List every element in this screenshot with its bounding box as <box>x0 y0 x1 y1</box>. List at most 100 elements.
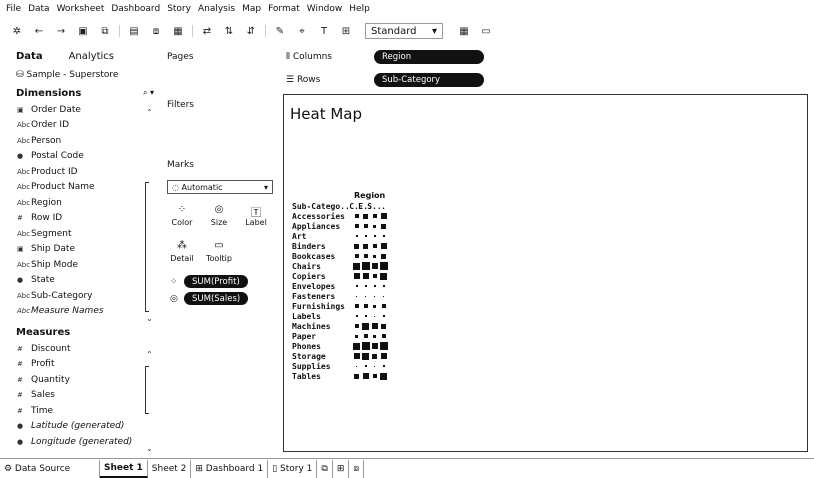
profit-pill[interactable]: SUM(Profit) <box>184 275 248 288</box>
heatmap-cell[interactable] <box>361 251 370 261</box>
save-icon[interactable]: ▣ <box>72 22 94 40</box>
scrollbar-track[interactable] <box>145 366 149 414</box>
show-cards-icon[interactable]: ▦ <box>453 22 475 40</box>
field-product-name[interactable]: Abc Product Name <box>0 180 160 196</box>
heatmap-cell[interactable] <box>352 251 361 261</box>
heatmap-cell[interactable] <box>370 211 379 221</box>
heatmap-cell[interactable] <box>361 261 370 271</box>
scrollbar-track[interactable] <box>145 182 149 312</box>
heatmap-cell[interactable] <box>352 301 361 311</box>
heatmap-cell[interactable] <box>370 341 379 351</box>
redo-icon[interactable]: → <box>50 22 72 40</box>
heatmap-cell[interactable] <box>379 361 388 371</box>
heatmap-cell[interactable] <box>370 321 379 331</box>
heatmap-cell[interactable] <box>370 371 379 381</box>
tab-sheet2[interactable]: Sheet 2 <box>148 459 192 478</box>
field-measure-names[interactable]: Abc Measure Names <box>0 304 160 320</box>
heatmap-cell[interactable] <box>352 261 361 271</box>
heatmap-cell[interactable] <box>379 331 388 341</box>
heatmap-cell[interactable] <box>361 231 370 241</box>
field-ship-mode[interactable]: Abc Ship Mode <box>0 257 160 273</box>
field-discount[interactable]: # Discount <box>0 341 160 357</box>
sort-ascending-icon[interactable]: ⇅ <box>218 22 240 40</box>
mark-type-dropdown[interactable]: ◌ Automatic ▾ <box>167 180 273 194</box>
heatmap-cell[interactable] <box>379 351 388 361</box>
field-order-date[interactable]: ▣ Order Date <box>0 102 160 118</box>
heatmap-cell[interactable] <box>361 361 370 371</box>
scroll-up-icon[interactable]: ⌃ <box>146 108 153 117</box>
field-person[interactable]: Abc Person <box>0 133 160 149</box>
heatmap-cell[interactable] <box>361 281 370 291</box>
heatmap-cell[interactable] <box>352 371 361 381</box>
heatmap-cell[interactable] <box>379 261 388 271</box>
highlight-icon[interactable]: ✎ <box>269 22 291 40</box>
heatmap-cell[interactable] <box>379 341 388 351</box>
new-sheet-icon[interactable]: ▤ <box>123 22 145 40</box>
field-order-id[interactable]: Abc Order ID <box>0 118 160 134</box>
field-ship-date[interactable]: ▣ Ship Date <box>0 242 160 258</box>
menu-data[interactable]: Data <box>28 4 50 14</box>
heatmap-cell[interactable] <box>361 321 370 331</box>
fit-dropdown[interactable]: Standard ▾ <box>365 23 443 39</box>
field-time[interactable]: # Time <box>0 403 160 419</box>
heatmap-cell[interactable] <box>361 271 370 281</box>
field-product-id[interactable]: Abc Product ID <box>0 164 160 180</box>
size-button[interactable]: ◎ Size <box>202 204 236 227</box>
heatmap-cell[interactable] <box>379 281 388 291</box>
sort-descending-icon[interactable]: ⇵ <box>240 22 262 40</box>
field-region[interactable]: Abc Region <box>0 195 160 211</box>
heatmap-cell[interactable] <box>352 241 361 251</box>
heatmap-cell[interactable] <box>361 341 370 351</box>
menu-file[interactable]: File <box>6 4 21 14</box>
heatmap-cell[interactable] <box>352 331 361 341</box>
heatmap-cell[interactable] <box>379 271 388 281</box>
heatmap-cell[interactable] <box>379 301 388 311</box>
scroll-up-icon[interactable]: ⌃ <box>146 350 153 359</box>
heatmap-cell[interactable] <box>361 291 370 301</box>
clear-sheet-icon[interactable]: ▦ <box>167 22 189 40</box>
heatmap-cell[interactable] <box>379 221 388 231</box>
datasource-item[interactable]: ⛁ Sample - Superstore <box>0 66 160 84</box>
heatmap-cell[interactable] <box>379 311 388 321</box>
heatmap-cell[interactable] <box>370 221 379 231</box>
tab-sheet1[interactable]: Sheet 1 <box>100 459 148 478</box>
menu-worksheet[interactable]: Worksheet <box>57 4 105 14</box>
menu-dashboard[interactable]: Dashboard <box>111 4 160 14</box>
field-sub-category[interactable]: Abc Sub-Category <box>0 288 160 304</box>
new-datasource-icon[interactable]: ⧉ <box>94 22 116 40</box>
heatmap-cell[interactable] <box>352 211 361 221</box>
heatmap-cell[interactable] <box>379 231 388 241</box>
heatmap-cell[interactable] <box>370 261 379 271</box>
scroll-down-icon[interactable]: ⌄ <box>146 444 153 453</box>
tab-dashboard1[interactable]: ⊞ Dashboard 1 <box>191 459 269 478</box>
heatmap-cell[interactable] <box>361 351 370 361</box>
field-longitude-generated-[interactable]: ● Longitude (generated) <box>0 434 160 450</box>
heatmap-cell[interactable] <box>352 321 361 331</box>
tab-story1[interactable]: ▯ Story 1 <box>268 459 318 478</box>
color-button[interactable]: ⁘ Color <box>165 204 199 227</box>
fix-axes-icon[interactable]: ⊞ <box>335 22 357 40</box>
heatmap-cell[interactable] <box>352 311 361 321</box>
heatmap-cell[interactable] <box>370 351 379 361</box>
new-sheet-tab-icon[interactable]: ⧉ <box>317 459 333 478</box>
heatmap-cell[interactable] <box>361 311 370 321</box>
sales-pill[interactable]: SUM(Sales) <box>184 292 249 305</box>
heatmap-cell[interactable] <box>370 301 379 311</box>
new-story-tab-icon[interactable]: ⧈ <box>349 459 365 478</box>
field-sales[interactable]: # Sales <box>0 388 160 404</box>
heatmap-cell[interactable] <box>361 241 370 251</box>
heatmap-cell[interactable] <box>352 271 361 281</box>
detail-button[interactable]: ⁂ Detail <box>165 240 199 263</box>
duplicate-sheet-icon[interactable]: ⧈ <box>145 22 167 40</box>
heatmap-cell[interactable] <box>361 301 370 311</box>
heatmap-cell[interactable] <box>370 331 379 341</box>
heatmap-cell[interactable] <box>379 251 388 261</box>
tab-analytics[interactable]: Analytics <box>69 51 114 62</box>
tableau-logo-icon[interactable]: ✲ <box>6 22 28 40</box>
heatmap-cell[interactable] <box>370 311 379 321</box>
heatmap-cell[interactable] <box>361 331 370 341</box>
heatmap-cell[interactable] <box>370 231 379 241</box>
labels-icon[interactable]: T <box>313 22 335 40</box>
heatmap-cell[interactable] <box>361 371 370 381</box>
region-pill[interactable]: Region <box>374 50 484 64</box>
